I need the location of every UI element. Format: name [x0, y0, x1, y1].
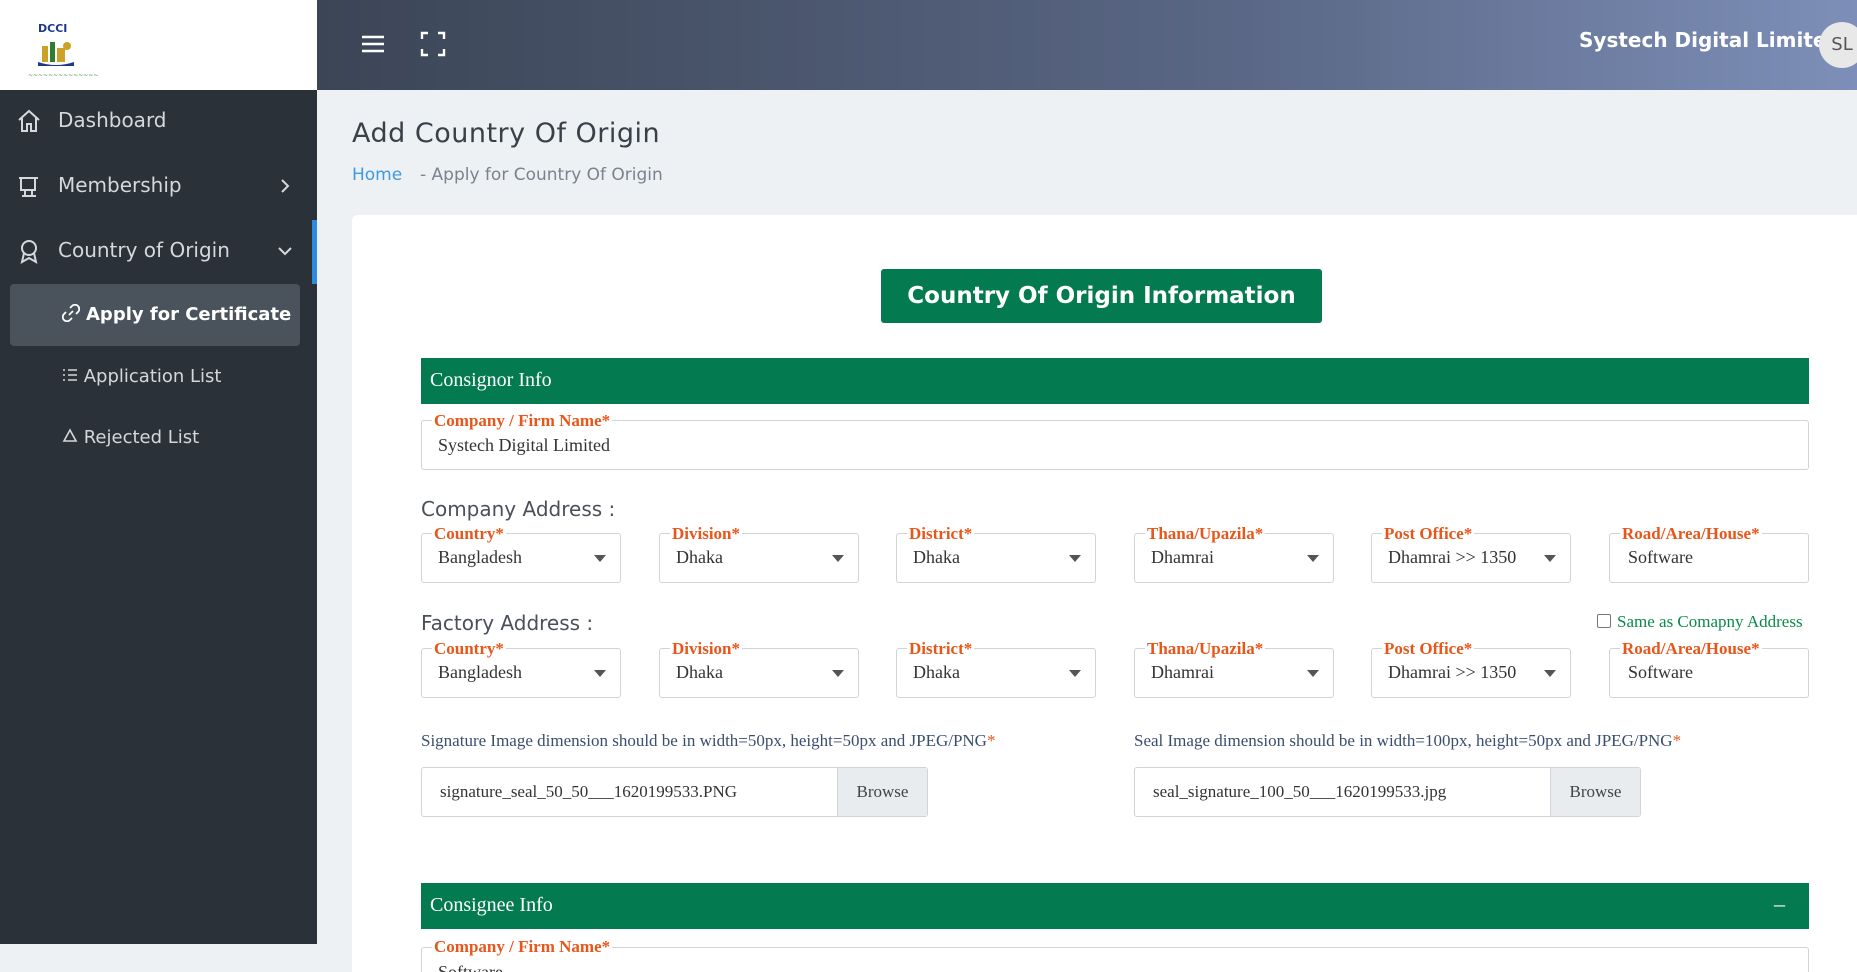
- field-value: Dhaka: [913, 547, 960, 567]
- field-value: Dhamrai >> 1350: [1388, 547, 1517, 567]
- logo-text: DCCI: [38, 22, 68, 35]
- sidebar-subitem-rejected-list[interactable]: Rejected List: [62, 427, 199, 448]
- signature-hint: Signature Image dimension should be in w…: [421, 731, 996, 750]
- signature-file-input[interactable]: signature_seal_50_50___1620199533.PNG Br…: [421, 767, 928, 817]
- sidebar-item-dashboard[interactable]: Dashboard: [0, 92, 317, 152]
- signature-browse-button[interactable]: Browse: [837, 768, 927, 816]
- page-title: Add Country Of Origin: [352, 118, 661, 149]
- sidebar-item-country-of-origin[interactable]: Country of Origin: [0, 222, 317, 282]
- recycle-icon: [62, 428, 78, 442]
- section-title: Consignor Info: [430, 369, 552, 391]
- membership-icon: [19, 177, 38, 197]
- dropdown-caret-icon: [832, 555, 844, 562]
- field-value: Dhaka: [676, 662, 723, 682]
- field-label: District*: [907, 524, 975, 544]
- award-icon: [20, 240, 38, 264]
- form-card: [352, 215, 1857, 972]
- field-value: Dhamrai: [1151, 662, 1214, 682]
- sidebar-subitem-apply-certificate[interactable]: Apply for Certificate: [10, 284, 300, 346]
- factory-address-label: Factory Address :: [421, 611, 594, 635]
- chevron-right-icon: [281, 179, 290, 193]
- dcci-logo[interactable]: DCCI ~~~~~~~~~~~~~~: [26, 18, 98, 82]
- field-label: Country*: [432, 524, 506, 544]
- field-label: Thana/Upazila*: [1145, 639, 1266, 659]
- same-as-company-address[interactable]: Same as Comapny Address: [1597, 612, 1803, 632]
- sidebar-subitem-application-list[interactable]: Application List: [62, 366, 222, 387]
- field-label: Post Office*: [1382, 524, 1475, 544]
- field-value: Dhaka: [676, 547, 723, 567]
- field-value: Bangladesh: [438, 547, 522, 567]
- user-name[interactable]: Systech Digital Limited: [1579, 28, 1841, 52]
- field-value: Dhamrai >> 1350: [1388, 662, 1517, 682]
- field-value: Dhamrai: [1151, 547, 1214, 567]
- dropdown-caret-icon: [1307, 555, 1319, 562]
- field-label: Division*: [670, 524, 743, 544]
- dropdown-caret-icon: [1544, 670, 1556, 677]
- logo-tagline: ~~~~~~~~~~~~~~: [28, 72, 99, 79]
- sidebar-item-label: Dashboard: [58, 108, 167, 132]
- field-value: Software: [438, 962, 503, 972]
- sidebar-subitem-label: Application List: [83, 366, 222, 387]
- dropdown-caret-icon: [594, 670, 606, 677]
- sidebar-item-membership[interactable]: Membership: [0, 157, 317, 217]
- consignee-company-name-label: Company / Firm Name*: [432, 937, 613, 957]
- chevron-down-icon: [278, 247, 292, 256]
- active-indicator: [312, 220, 317, 284]
- sidebar-subitem-label: Apply for Certificate: [86, 304, 292, 325]
- link-icon: [62, 304, 80, 322]
- field-label: Road/Area/House*: [1620, 524, 1762, 544]
- country-of-origin-info-button[interactable]: Country Of Origin Information: [881, 269, 1322, 323]
- field-value: Software: [1628, 547, 1693, 567]
- fullscreen-icon[interactable]: [419, 30, 447, 58]
- section-title: Consignee Info: [430, 894, 553, 916]
- field-label: Road/Area/House*: [1620, 639, 1762, 659]
- dropdown-caret-icon: [1069, 555, 1081, 562]
- menu-icon[interactable]: [359, 30, 387, 58]
- dropdown-caret-icon: [832, 670, 844, 677]
- logo-emblem-icon: [38, 42, 74, 66]
- seal-file-input[interactable]: seal_signature_100_50___1620199533.jpg B…: [1134, 767, 1641, 817]
- breadcrumb-current: - Apply for Country Of Origin: [420, 165, 663, 185]
- seal-filename[interactable]: seal_signature_100_50___1620199533.jpg: [1153, 782, 1446, 802]
- field-value: Software: [1628, 662, 1693, 682]
- same-as-checkbox[interactable]: [1597, 614, 1611, 628]
- consignor-company-name-field[interactable]: Systech Digital Limited: [421, 420, 1809, 470]
- field-value: Bangladesh: [438, 662, 522, 682]
- avatar[interactable]: SL: [1819, 22, 1857, 68]
- home-icon: [18, 109, 40, 132]
- consignee-company-name-field[interactable]: Software: [421, 947, 1809, 972]
- list-icon: [63, 369, 77, 381]
- consignor-section-header: Consignor Info: [421, 358, 1809, 404]
- checkbox-label: Same as Comapny Address: [1617, 612, 1803, 631]
- seal-browse-button[interactable]: Browse: [1550, 768, 1640, 816]
- field-label: Division*: [670, 639, 743, 659]
- sidebar-subitem-label: Rejected List: [83, 427, 200, 448]
- field-value: Dhaka: [913, 662, 960, 682]
- field-label: Post Office*: [1382, 639, 1475, 659]
- field-label: Country*: [432, 639, 506, 659]
- signature-filename[interactable]: signature_seal_50_50___1620199533.PNG: [440, 782, 737, 802]
- field-value: Systech Digital Limited: [438, 435, 610, 455]
- consignee-section-header: Consignee Info –: [421, 883, 1809, 929]
- company-address-label: Company Address :: [421, 497, 616, 521]
- sidebar-item-label: Membership: [58, 173, 182, 197]
- dropdown-caret-icon: [1307, 670, 1319, 677]
- top-navbar: Systech Digital Limited SL: [317, 0, 1857, 90]
- consignor-company-name-label: Company / Firm Name*: [432, 411, 613, 431]
- field-label: Thana/Upazila*: [1145, 524, 1266, 544]
- logo-area: DCCI ~~~~~~~~~~~~~~: [0, 0, 317, 90]
- collapse-icon[interactable]: –: [1774, 891, 1785, 917]
- sidebar-item-label: Country of Origin: [58, 238, 230, 262]
- breadcrumb-home[interactable]: Home: [352, 165, 402, 185]
- seal-hint: Seal Image dimension should be in width=…: [1134, 731, 1682, 750]
- dropdown-caret-icon: [1069, 670, 1081, 677]
- dropdown-caret-icon: [1544, 555, 1556, 562]
- field-label: District*: [907, 639, 975, 659]
- dropdown-caret-icon: [594, 555, 606, 562]
